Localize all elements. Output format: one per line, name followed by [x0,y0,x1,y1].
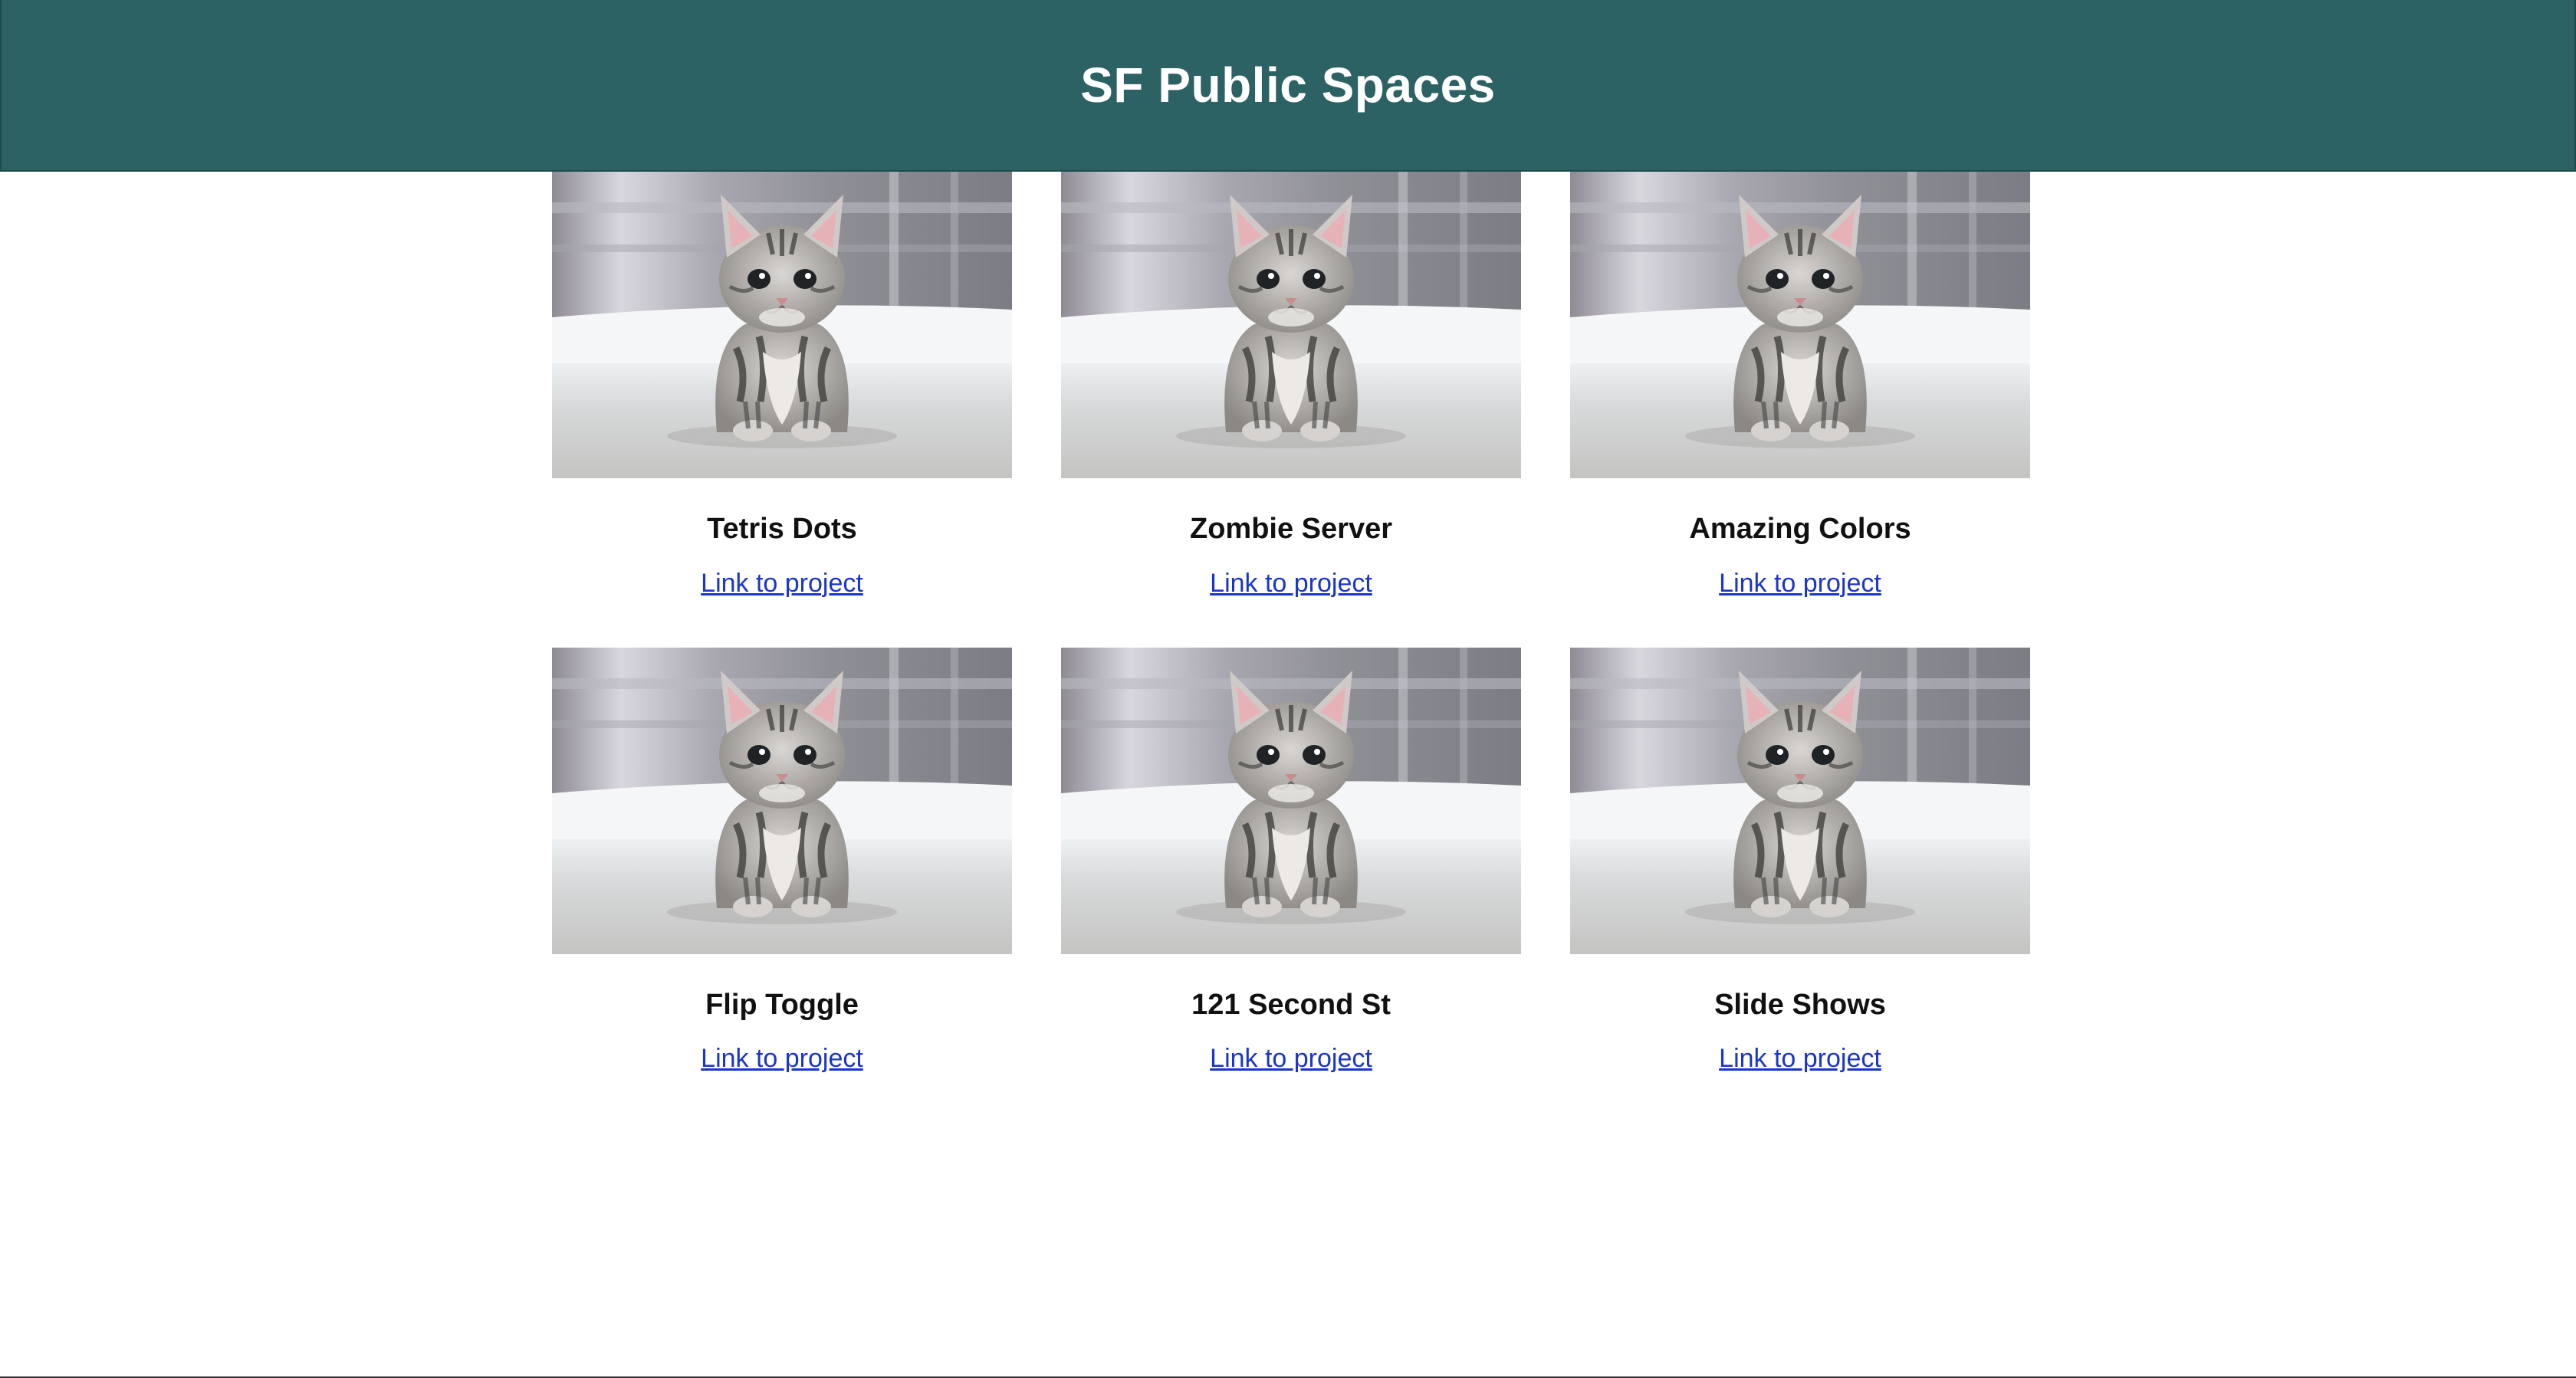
project-card: Tetris Dots Link to project [552,172,1012,599]
page: SF Public Spaces Tetris Dots Link to pro… [0,0,2576,1378]
project-card: Zombie Server Link to project [1061,172,1521,599]
project-title: 121 Second St [1191,988,1391,1021]
project-image [552,647,1012,954]
project-image [1061,172,1521,478]
project-image [552,172,1012,478]
project-link[interactable]: Link to project [1210,1044,1372,1074]
site-header: SF Public Spaces [0,0,2576,172]
project-card: Flip Toggle Link to project [552,647,1012,1075]
project-grid: Tetris Dots Link to project Zombie Serve… [552,172,2030,1074]
project-title: Slide Shows [1714,988,1886,1021]
project-image [1061,647,1521,954]
project-image [1570,172,2030,478]
project-card: 121 Second St Link to project [1061,647,1521,1075]
page-title: SF Public Spaces [1080,57,1496,113]
project-link[interactable]: Link to project [701,1044,863,1074]
project-link[interactable]: Link to project [1210,569,1372,599]
project-card: Amazing Colors Link to project [1570,172,2030,599]
project-card: Slide Shows Link to project [1570,647,2030,1075]
project-title: Tetris Dots [707,513,857,545]
project-title: Flip Toggle [705,988,859,1021]
project-title: Amazing Colors [1689,513,1911,545]
project-link[interactable]: Link to project [1719,1044,1881,1074]
project-link[interactable]: Link to project [1719,569,1881,599]
project-link[interactable]: Link to project [701,569,863,599]
project-image [1570,647,2030,954]
project-title: Zombie Server [1190,513,1392,545]
